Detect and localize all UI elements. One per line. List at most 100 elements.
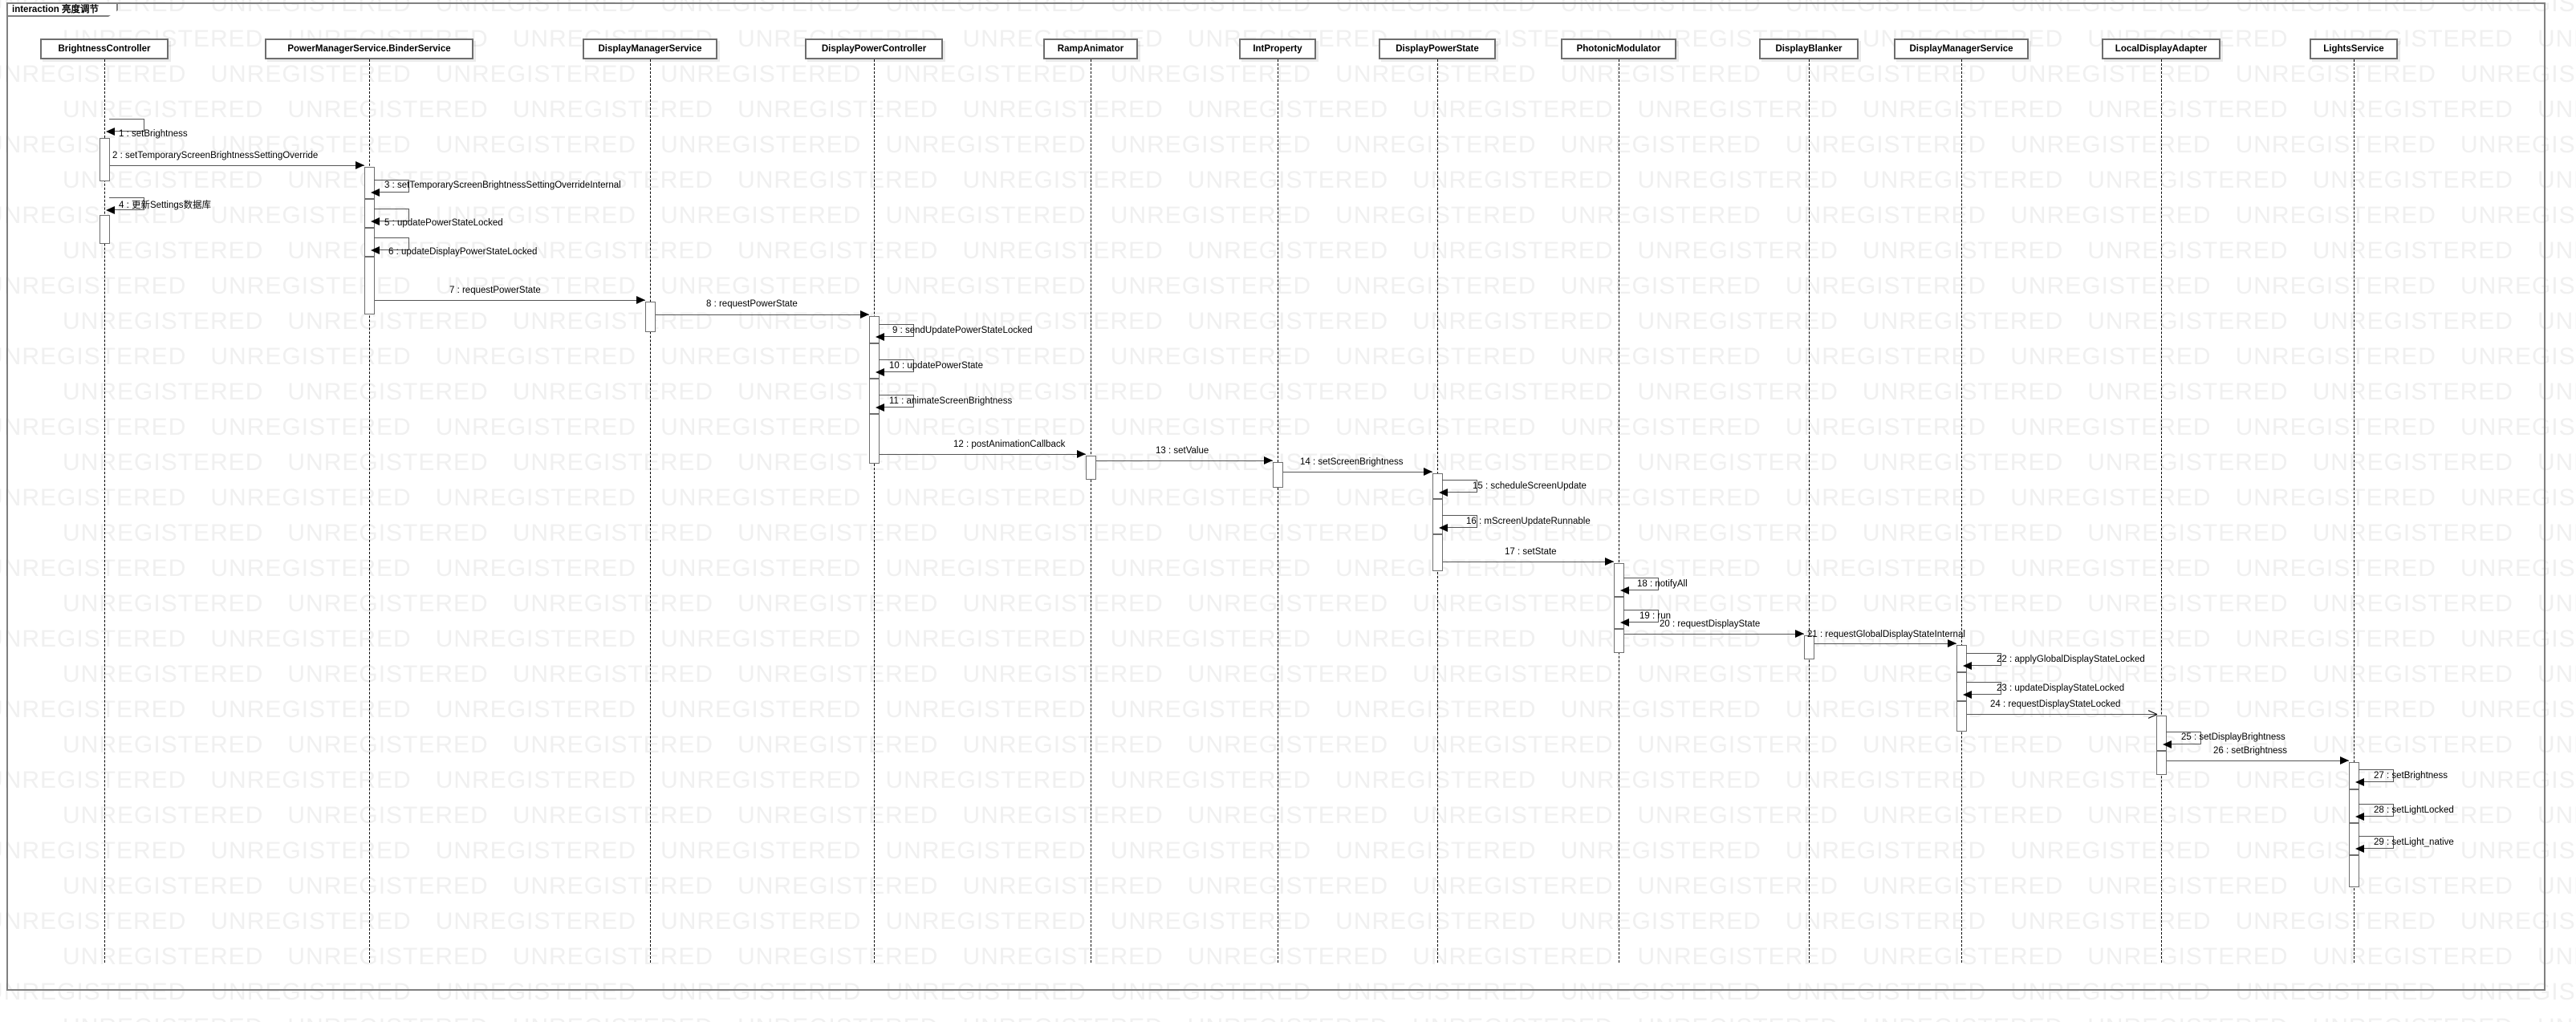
message-line-2 xyxy=(109,165,364,166)
message-arrowhead-17 xyxy=(1604,557,1614,566)
participant-displayManagerService1[interactable]: DisplayManagerService xyxy=(583,39,717,59)
participant-label: PhotonicModulator xyxy=(1576,44,1661,54)
participant-label: PowerManagerService.BinderService xyxy=(287,44,451,54)
message-label-3: 3 : setTemporaryScreenBrightnessSettingO… xyxy=(384,180,621,190)
message-arrowhead-14 xyxy=(1423,467,1432,476)
lifeline-displayPowerController xyxy=(874,59,875,963)
sequence-diagram-canvas: UNREGISTERED UNREGISTERED UNREGISTERED UNRE… xyxy=(0,0,2576,1022)
message-arrowhead-28 xyxy=(2355,812,2364,821)
message-arrowhead-23 xyxy=(1962,690,1972,699)
message-label-16: 16 : mScreenUpdateRunnable xyxy=(1466,517,1591,526)
message-arrowhead-6 xyxy=(370,245,380,254)
activation-bar-a2 xyxy=(100,215,110,244)
message-arrowhead-18 xyxy=(1619,586,1629,594)
message-line-8 xyxy=(655,314,869,315)
participant-label: DisplayPowerState xyxy=(1396,44,1479,54)
activation-bar-a19 xyxy=(1614,629,1624,653)
message-arrowhead-21 xyxy=(1947,639,1956,647)
activation-bar-a16 xyxy=(1432,534,1443,571)
message-arrowhead-12 xyxy=(1076,449,1086,458)
message-arrowhead-4 xyxy=(105,205,115,214)
message-label-27: 27 : setBrightness xyxy=(2374,771,2448,781)
participant-label: LightsService xyxy=(2323,44,2384,54)
message-label-2: 2 : setTemporaryScreenBrightnessSettingO… xyxy=(112,151,319,160)
message-label-24: 24 : requestDisplayStateLocked xyxy=(1990,700,2121,709)
interaction-frame xyxy=(6,2,2546,991)
message-arrowhead-9 xyxy=(875,332,884,341)
message-line-24 xyxy=(1966,714,2156,715)
message-line-12 xyxy=(879,454,1086,455)
message-label-9: 9 : sendUpdatePowerStateLocked xyxy=(892,326,1033,335)
message-label-8: 8 : requestPowerState xyxy=(706,299,798,309)
message-label-11: 11 : animateScreenBrightness xyxy=(889,396,1013,406)
message-arrowhead-8 xyxy=(859,310,869,318)
message-arrowhead-20 xyxy=(1794,629,1804,638)
message-arrowhead-5 xyxy=(370,217,380,225)
activation-bar-a7 xyxy=(645,302,656,332)
message-label-15: 15 : scheduleScreenUpdate xyxy=(1473,481,1587,491)
message-label-6: 6 : updateDisplayPowerStateLocked xyxy=(388,247,538,257)
message-label-25: 25 : setDisplayBrightness xyxy=(2181,732,2285,742)
message-arrowhead-25 xyxy=(2162,740,2172,748)
message-label-14: 14 : setScreenBrightness xyxy=(1300,457,1404,467)
participant-label: DisplayBlanker xyxy=(1775,44,1843,54)
message-arrowhead-1 xyxy=(105,127,115,136)
interaction-frame-label: interaction 亮度调节 xyxy=(6,2,118,17)
participant-label: LocalDisplayAdapter xyxy=(2115,44,2208,54)
message-label-20: 20 : requestDisplayState xyxy=(1660,619,1761,629)
participant-rampAnimator[interactable]: RampAnimator xyxy=(1043,39,1138,59)
message-arrowhead-11 xyxy=(875,403,884,412)
message-label-13: 13 : setValue xyxy=(1156,446,1209,456)
watermark-row: UNREGISTEREDUNREGISTEREDUNREGISTEREDUNRE… xyxy=(63,1016,2576,1022)
participant-label: RampAnimator xyxy=(1057,44,1124,54)
activation-bar-a1 xyxy=(100,138,110,181)
participant-label: DisplayManagerService xyxy=(1909,44,2013,54)
participant-displayBlanker[interactable]: DisplayBlanker xyxy=(1759,39,1859,59)
participant-label: IntProperty xyxy=(1253,44,1302,54)
participant-label: BrightnessController xyxy=(58,44,151,54)
activation-bar-a13 xyxy=(1273,462,1283,488)
message-arrowhead-27 xyxy=(2355,777,2364,786)
message-arrowhead-7 xyxy=(636,295,645,304)
activation-bar-a11 xyxy=(869,414,880,464)
message-label-22: 22 : applyGlobalDisplayStateLocked xyxy=(1997,655,2145,664)
participant-displayPowerController[interactable]: DisplayPowerController xyxy=(805,39,943,59)
lifeline-displayManagerService1 xyxy=(650,59,651,963)
message-arrowhead-26 xyxy=(2339,756,2349,764)
lifeline-displayBlanker xyxy=(1809,59,1810,963)
participant-displayManagerService2[interactable]: DisplayManagerService xyxy=(1894,39,2029,59)
participant-label: DisplayPowerController xyxy=(821,44,927,54)
message-label-17: 17 : setState xyxy=(1505,547,1557,557)
message-line-21 xyxy=(1814,643,1956,644)
message-label-21: 21 : requestGlobalDisplayStateInternal xyxy=(1807,630,1965,639)
activation-bar-a12 xyxy=(1086,456,1096,480)
message-label-28: 28 : setLightLocked xyxy=(2374,805,2454,815)
message-label-4: 4 : 更新Settings数据库 xyxy=(119,201,212,210)
participant-powerManagerServiceBinder[interactable]: PowerManagerService.BinderService xyxy=(265,39,473,59)
message-line-7 xyxy=(374,300,645,301)
activation-bar-a29 xyxy=(2349,855,2359,887)
message-label-7: 7 : requestPowerState xyxy=(449,286,541,295)
lifeline-localDisplayAdapter xyxy=(2161,59,2162,963)
participant-photonicModulator[interactable]: PhotonicModulator xyxy=(1561,39,1676,59)
participant-displayPowerState[interactable]: DisplayPowerState xyxy=(1379,39,1496,59)
activation-bar-a25 xyxy=(2156,751,2167,775)
message-arrowhead-10 xyxy=(875,367,884,376)
participant-brightnessController[interactable]: BrightnessController xyxy=(40,39,169,59)
message-label-1: 1 : setBrightness xyxy=(119,129,188,139)
message-label-23: 23 : updateDisplayStateLocked xyxy=(1997,683,2125,693)
activation-bar-a6 xyxy=(364,257,375,314)
participant-lightsService[interactable]: LightsService xyxy=(2310,39,2398,59)
message-arrowhead-22 xyxy=(1962,661,1972,670)
message-label-26: 26 : setBrightness xyxy=(2213,746,2288,756)
message-label-10: 10 : updatePowerState xyxy=(889,361,983,371)
message-arrowhead-19 xyxy=(1619,618,1629,627)
message-label-12: 12 : postAnimationCallback xyxy=(953,440,1066,449)
message-arrowhead-16 xyxy=(1438,523,1448,532)
message-arrowhead-3 xyxy=(370,188,380,197)
message-line-26 xyxy=(2166,760,2349,761)
message-label-5: 5 : updatePowerStateLocked xyxy=(384,218,503,228)
participant-intProperty[interactable]: IntProperty xyxy=(1239,39,1316,59)
message-arrowhead-2 xyxy=(355,160,364,169)
participant-localDisplayAdapter[interactable]: LocalDisplayAdapter xyxy=(2102,39,2220,59)
